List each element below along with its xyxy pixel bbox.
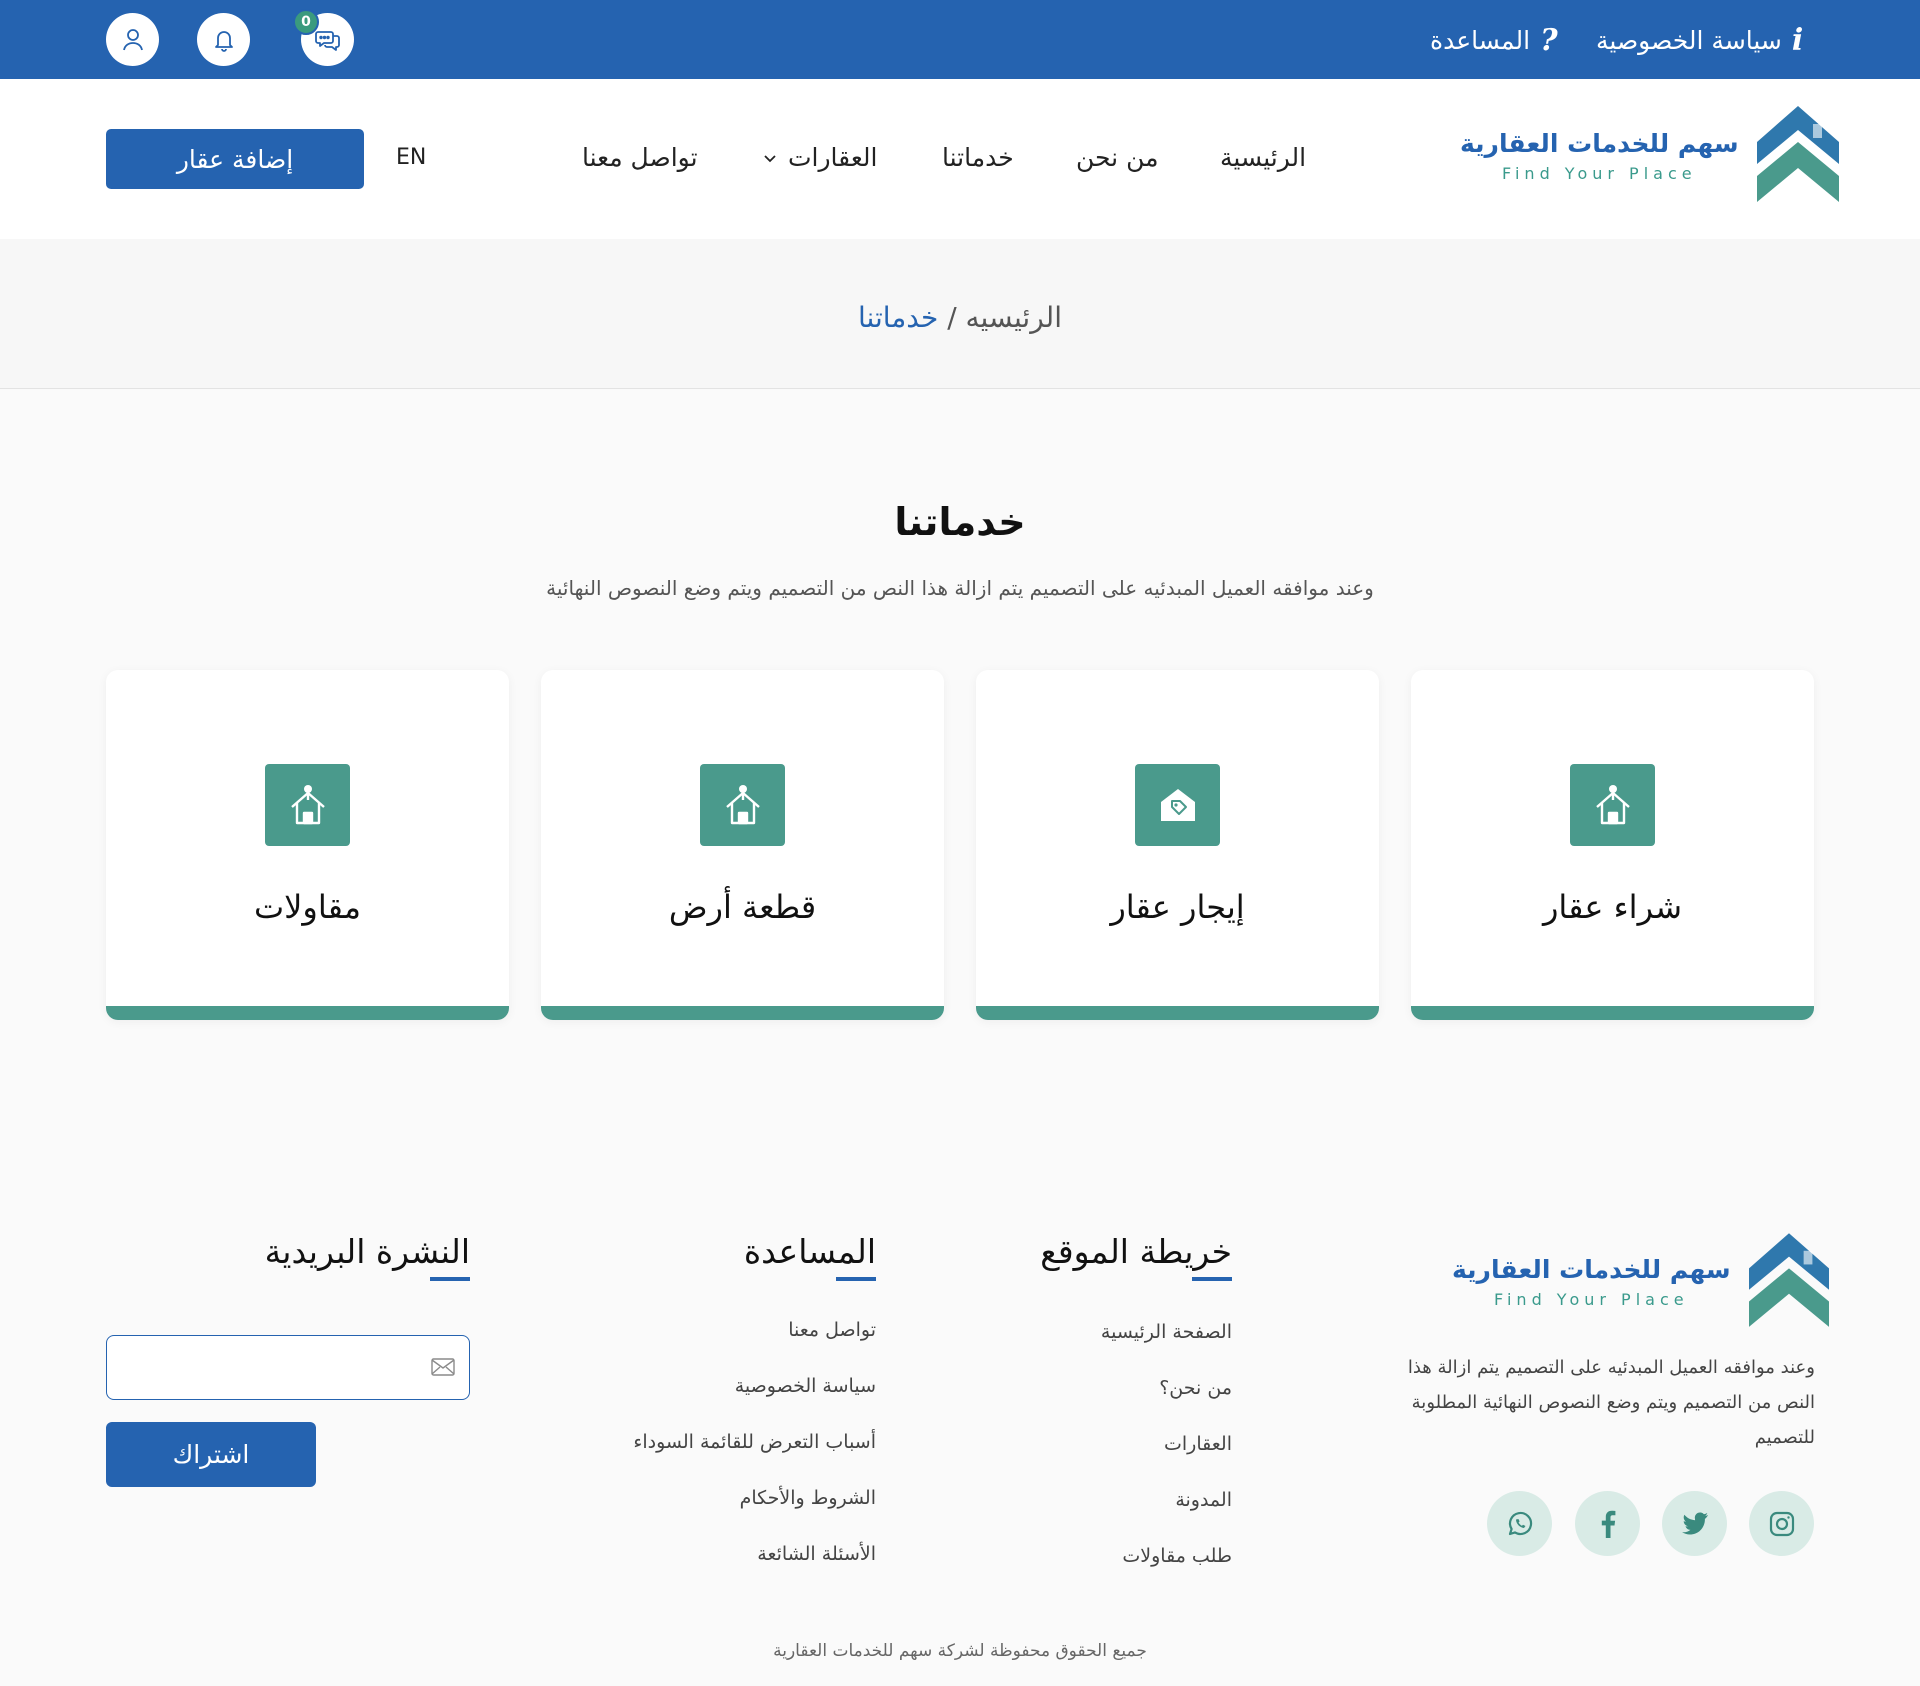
footer-link-about[interactable]: من نحن؟ bbox=[1159, 1377, 1232, 1399]
facebook-icon bbox=[1601, 1510, 1615, 1538]
subscribe-button[interactable]: اشتراك bbox=[106, 1422, 316, 1487]
main-header: سهم للخدمات العقارية Find Your Place الر… bbox=[0, 79, 1920, 239]
footer-logo[interactable]: سهم للخدمات العقارية Find Your Place bbox=[1452, 1233, 1829, 1331]
footer-link-privacy[interactable]: سياسة الخصوصية bbox=[735, 1375, 876, 1397]
logo-chevrons-icon bbox=[1748, 1233, 1829, 1327]
card-accent-bar bbox=[1411, 1006, 1814, 1020]
twitter-button[interactable] bbox=[1662, 1491, 1727, 1556]
service-card-rent[interactable]: إيجار عقار bbox=[976, 670, 1379, 1020]
breadcrumb-current: خدماتنا bbox=[857, 301, 939, 334]
help-link[interactable]: ? المساعدة bbox=[1430, 22, 1558, 58]
footer-link-contracting[interactable]: طلب مقاولات bbox=[1122, 1545, 1232, 1567]
service-label: شراء عقار bbox=[1542, 888, 1683, 926]
house-tag-icon bbox=[1135, 764, 1220, 846]
service-label: مقاولات bbox=[254, 888, 361, 926]
add-property-button[interactable]: إضافة عقار bbox=[106, 129, 364, 189]
twitter-icon bbox=[1681, 1511, 1708, 1534]
footer-link-faq[interactable]: الأسئلة الشائعة bbox=[757, 1543, 876, 1565]
service-card-buy[interactable]: شراء عقار bbox=[1411, 670, 1814, 1020]
bell-icon bbox=[214, 30, 233, 52]
mail-icon bbox=[431, 1358, 455, 1376]
user-icon bbox=[122, 28, 143, 50]
brand-tagline: Find Your Place bbox=[1501, 164, 1697, 183]
help-label: المساعدة bbox=[1430, 25, 1531, 55]
house-key-icon bbox=[700, 764, 785, 846]
footer-link-blog[interactable]: المدونة bbox=[1175, 1489, 1232, 1511]
newsletter-heading: النشرة البريدية bbox=[264, 1232, 470, 1281]
breadcrumb: الرئيسيه / خدماتنا bbox=[0, 301, 1920, 334]
nav-services[interactable]: خدماتنا bbox=[942, 143, 1014, 172]
breadcrumb-home[interactable]: الرئيسيه bbox=[966, 301, 1062, 334]
chevron-down-icon bbox=[764, 154, 776, 162]
brand-name: سهم للخدمات العقارية bbox=[1460, 129, 1739, 158]
privacy-link[interactable]: i سياسة الخصوصية bbox=[1596, 22, 1803, 58]
nav-contact[interactable]: تواصل معنا bbox=[582, 143, 698, 172]
footer-link-terms[interactable]: الشروط والأحكام bbox=[740, 1487, 876, 1509]
breadcrumb-band: الرئيسيه / خدماتنا bbox=[0, 239, 1920, 389]
heading-underline bbox=[1192, 1277, 1232, 1281]
chat-icon bbox=[314, 30, 340, 51]
card-accent-bar bbox=[541, 1006, 944, 1020]
language-switch[interactable]: EN bbox=[396, 145, 426, 170]
instagram-button[interactable] bbox=[1749, 1491, 1814, 1556]
footer-link-contact[interactable]: تواصل معنا bbox=[788, 1319, 876, 1341]
service-label: إيجار عقار bbox=[1110, 888, 1245, 926]
info-icon: i bbox=[1791, 22, 1804, 58]
newsletter-email-field[interactable] bbox=[106, 1335, 470, 1400]
footer-link-home[interactable]: الصفحة الرئيسية bbox=[1101, 1321, 1232, 1343]
question-icon: ? bbox=[1540, 22, 1558, 58]
heading-underline bbox=[430, 1277, 470, 1281]
help-title: المساعدة bbox=[743, 1232, 876, 1271]
whatsapp-icon bbox=[1508, 1511, 1532, 1535]
breadcrumb-separator: / bbox=[947, 301, 957, 334]
sitemap-heading: خريطة الموقع bbox=[1040, 1232, 1232, 1281]
facebook-button[interactable] bbox=[1575, 1491, 1640, 1556]
service-label: قطعة أرض bbox=[668, 888, 817, 926]
whatsapp-button[interactable] bbox=[1487, 1491, 1552, 1556]
footer-brand-tagline: Find Your Place bbox=[1493, 1290, 1689, 1309]
footer-brand-name: سهم للخدمات العقارية bbox=[1452, 1255, 1731, 1284]
site-logo[interactable]: سهم للخدمات العقارية Find Your Place bbox=[1460, 106, 1839, 206]
service-card-contracting[interactable]: مقاولات bbox=[106, 670, 509, 1020]
nav-about[interactable]: من نحن bbox=[1076, 143, 1159, 172]
help-heading: المساعدة bbox=[743, 1232, 876, 1281]
nav-properties[interactable]: العقارات bbox=[762, 143, 877, 172]
house-key-icon bbox=[1570, 764, 1655, 846]
top-bar: i سياسة الخصوصية ? المساعدة 0 bbox=[0, 0, 1920, 79]
footer-link-blacklist[interactable]: أسباب التعرض للقائمة السوداء bbox=[633, 1431, 876, 1453]
house-key-icon bbox=[265, 764, 350, 846]
card-accent-bar bbox=[976, 1006, 1379, 1020]
footer-about-text: وعند موافقه العميل المبدئيه على التصميم … bbox=[1407, 1357, 1815, 1448]
messages-button[interactable]: 0 bbox=[293, 9, 354, 66]
card-accent-bar bbox=[106, 1006, 509, 1020]
sitemap-title: خريطة الموقع bbox=[1040, 1232, 1232, 1271]
notifications-button[interactable] bbox=[197, 13, 250, 66]
nav-home[interactable]: الرئيسية bbox=[1220, 143, 1306, 172]
heading-underline bbox=[836, 1277, 876, 1281]
newsletter-email-input[interactable] bbox=[121, 1350, 411, 1386]
instagram-icon bbox=[1769, 1511, 1794, 1536]
newsletter-title: النشرة البريدية bbox=[264, 1232, 470, 1271]
services-title: خدماتنا bbox=[894, 500, 1026, 544]
nav-properties-label: العقارات bbox=[788, 143, 878, 172]
account-button[interactable] bbox=[106, 13, 159, 66]
services-subtitle: وعند موافقه العميل المبدئيه على التصميم … bbox=[546, 576, 1374, 600]
logo-chevrons-icon bbox=[1756, 106, 1839, 202]
messages-count-badge: 0 bbox=[293, 9, 319, 35]
copyright-text: جميع الحقوق محفوظة لشركة سهم للخدمات الع… bbox=[773, 1641, 1147, 1661]
privacy-label: سياسة الخصوصية bbox=[1596, 25, 1782, 55]
service-card-land[interactable]: قطعة أرض bbox=[541, 670, 944, 1020]
footer-link-properties[interactable]: العقارات bbox=[1164, 1433, 1232, 1455]
